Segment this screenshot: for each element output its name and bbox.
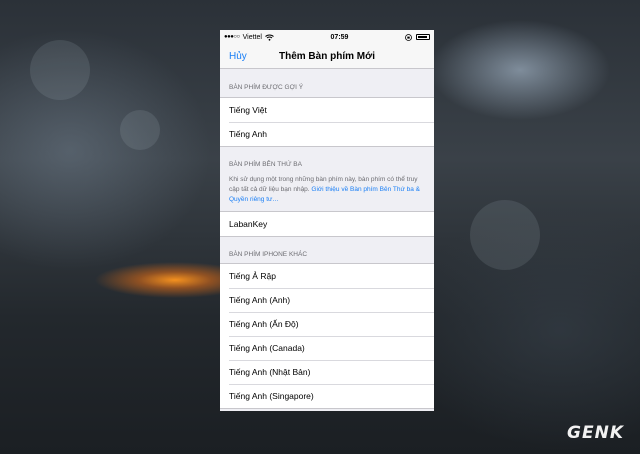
keyboard-item-english-uk[interactable]: Tiếng Anh (Anh): [220, 288, 434, 312]
keyboard-item-tieng-viet[interactable]: Tiếng Việt: [220, 98, 434, 122]
keyboard-item-english-india[interactable]: Tiếng Anh (Ấn Độ): [220, 312, 434, 336]
status-time: 07:59: [330, 33, 349, 41]
keyboard-item-english-singapore[interactable]: Tiếng Anh (Singapore): [220, 384, 434, 408]
suggested-keyboards-list: Tiếng Việt Tiếng Anh: [220, 97, 434, 147]
cancel-button[interactable]: Hủy: [229, 51, 247, 62]
third-party-keyboards-list: LabanKey: [220, 211, 434, 237]
battery-icon: [416, 34, 430, 40]
carrier-name: Viettel: [242, 33, 262, 41]
orientation-lock-icon: [405, 33, 412, 41]
keyboard-item-english-canada[interactable]: Tiếng Anh (Canada): [220, 336, 434, 360]
navigation-bar: Hủy Thêm Bàn phím Mới: [220, 44, 434, 69]
other-keyboards-list: Tiếng Ả Rập Tiếng Anh (Anh) Tiếng Anh (Ấ…: [220, 263, 434, 409]
phone-screen: ●●●○○ Viettel 07:59 Hủy Thêm Bàn phím Mớ…: [220, 30, 434, 411]
status-bar: ●●●○○ Viettel 07:59: [220, 30, 434, 44]
background-blur: [470, 200, 540, 270]
signal-icon: ●●●○○: [224, 34, 240, 40]
keyboard-item-english-japan[interactable]: Tiếng Anh (Nhật Bản): [220, 360, 434, 384]
section-header-suggested: BÀN PHÍM ĐƯỢC GỢI Ý: [229, 84, 304, 91]
keyboard-item-labankey[interactable]: LabanKey: [220, 212, 434, 236]
keyboard-item-arabic[interactable]: Tiếng Ả Rập: [220, 264, 434, 288]
section-header-third-party: BÀN PHÍM BÊN THỨ BA: [229, 161, 302, 168]
background-blur: [30, 40, 90, 100]
page-title: Thêm Bàn phím Mới: [278, 50, 375, 62]
third-party-description: Khi sử dụng một trong những bàn phím này…: [220, 173, 434, 211]
background-blur: [120, 110, 160, 150]
keyboard-item-tieng-anh[interactable]: Tiếng Anh: [220, 122, 434, 146]
genk-watermark-logo: GENK: [567, 423, 624, 443]
wifi-icon: [265, 34, 274, 41]
section-header-other: BÀN PHÍM IPHONE KHÁC: [229, 251, 308, 258]
